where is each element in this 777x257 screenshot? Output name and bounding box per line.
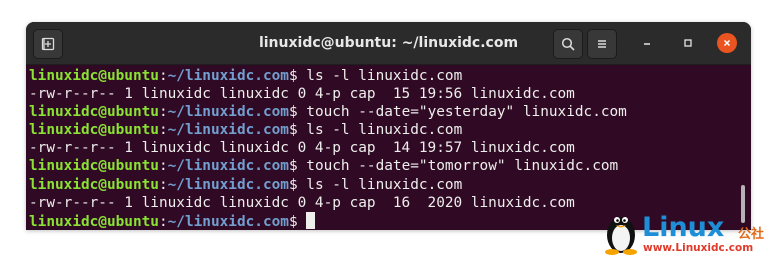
terminal-window: linuxidc@ubuntu: ~/linuxidc.com linuxidc… [26,22,751,230]
terminal-output-line: -rw-r--r-- 1 linuxidc linuxidc 0 4-p cap… [29,140,575,157]
prompt-symbol: $ [288,213,298,230]
prompt-colon: : [158,213,168,230]
terminal-prompt-line: linuxidc@ubuntu:~/linuxidc.com$ touch --… [29,157,751,175]
prompt-colon: : [158,122,168,139]
command-text: ls -l linuxidc.com [306,68,463,84]
search-button[interactable] [553,29,583,59]
menu-button[interactable] [587,29,617,59]
terminal-cursor [306,211,316,229]
command-text: touch --date="yesterday" linuxidc.com [306,104,627,121]
prompt-symbol: $ [288,68,298,84]
prompt-symbol: $ [288,158,298,175]
hamburger-menu-icon [598,40,606,48]
minimize-icon [644,43,650,45]
close-button[interactable] [717,33,737,53]
title-bar[interactable]: linuxidc@ubuntu: ~/linuxidc.com [26,22,751,65]
search-icon [561,37,575,51]
maximize-button[interactable] [678,33,698,53]
prompt-colon: : [158,158,168,175]
terminal-prompt-line: linuxidc@ubuntu:~/linuxidc.com$ ls -l li… [29,176,751,194]
maximize-icon [684,39,692,47]
prompt-colon: : [158,176,168,193]
command-text: touch --date="tomorrow" linuxidc.com [306,158,619,175]
watermark-brand-cn: 公社 [738,227,765,242]
prompt-symbol: $ [288,104,298,121]
prompt-colon: : [158,104,168,121]
prompt-user-host: linuxidc@ubuntu [29,122,159,139]
terminal-prompt-line: linuxidc@ubuntu:~/linuxidc.com$ ls -l li… [29,67,751,85]
prompt-path: ~/linuxidc.com [167,104,289,121]
prompt-user-host: linuxidc@ubuntu [29,158,159,175]
prompt-path: ~/linuxidc.com [167,122,289,139]
command-text: ls -l linuxidc.com [306,176,463,193]
prompt-path: ~/linuxidc.com [167,158,289,175]
watermark-brand: Linux [642,212,725,243]
prompt-user-host: linuxidc@ubuntu [29,213,159,230]
prompt-symbol: $ [288,122,298,139]
minimize-button[interactable] [637,33,657,53]
prompt-path: ~/linuxidc.com [167,68,289,84]
terminal-prompt-line: linuxidc@ubuntu:~/linuxidc.com$ touch --… [29,103,751,121]
prompt-colon: : [158,68,168,84]
prompt-user-host: linuxidc@ubuntu [29,104,159,121]
prompt-path: ~/linuxidc.com [167,213,289,230]
prompt-user-host: linuxidc@ubuntu [29,176,159,193]
tux-penguin-icon [605,217,637,255]
watermark: Linux 公社 www.Linuxidc.com [598,205,774,257]
watermark-url: www.Linuxidc.com [643,242,754,254]
terminal-prompt-line: linuxidc@ubuntu:~/linuxidc.com$ ls -l li… [29,121,751,139]
prompt-path: ~/linuxidc.com [167,176,289,193]
terminal-output-line: -rw-r--r-- 1 linuxidc linuxidc 0 4-p cap… [29,86,575,103]
close-icon [723,39,731,47]
command-text: ls -l linuxidc.com [306,122,463,139]
prompt-symbol: $ [288,176,298,193]
prompt-user-host: linuxidc@ubuntu [29,68,159,84]
